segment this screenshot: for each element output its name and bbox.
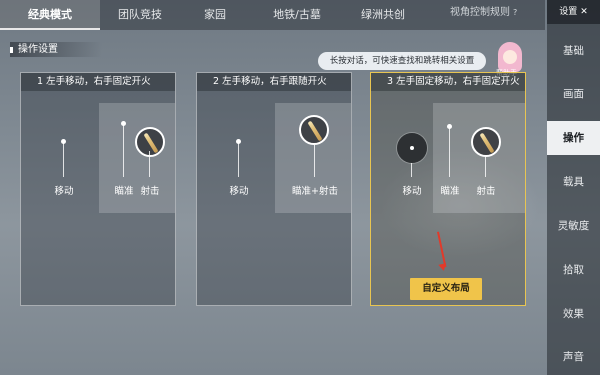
aim-line <box>449 128 450 177</box>
view-control-rule-link[interactable]: 视角控制规则? <box>450 0 517 30</box>
fire-button-icon <box>471 127 501 157</box>
tab-classic-mode[interactable]: 经典模式 <box>0 0 100 30</box>
sidebar-item-graphics[interactable]: 画面 <box>547 77 600 111</box>
sidebar-item-pickup[interactable]: 拾取 <box>547 253 600 287</box>
shoot-label: 射击 <box>140 186 160 197</box>
move-line <box>238 143 239 177</box>
tab-oasis[interactable]: 绿洲共创 <box>340 0 426 30</box>
section-header: 操作设置 <box>10 42 102 57</box>
card-title: 3 左手固定移动，右手固定开火 <box>371 73 525 91</box>
aim-label: 瞄准 <box>440 186 460 197</box>
control-scheme-card-3[interactable]: 3 左手固定移动，右手固定开火 移动 瞄准 射击 <box>370 72 526 306</box>
section-marker <box>10 47 13 53</box>
move-label: 移动 <box>54 186 74 197</box>
card-title: 2 左手移动，右手跟随开火 <box>197 73 351 91</box>
close-icon[interactable]: ✕ <box>580 7 588 17</box>
sidebar-item-effects[interactable]: 效果 <box>547 297 600 331</box>
fixed-joystick-icon <box>397 133 427 163</box>
aim-shoot-label: 瞄准+射击 <box>292 186 338 197</box>
sidebar-item-sensitivity[interactable]: 灵敏度 <box>547 209 600 243</box>
move-line <box>63 143 64 177</box>
settings-sidebar: 设置 ✕ 基础 画面 操作 载具 灵敏度 拾取 效果 声音 <box>547 0 600 375</box>
control-scheme-card-1[interactable]: 1 左手移动，右手固定开火 移动 瞄准 射击 <box>20 72 176 306</box>
tab-team-deathmatch[interactable]: 团队竞技 <box>100 0 180 30</box>
shoot-line <box>149 151 150 177</box>
fire-button-icon <box>299 115 329 145</box>
control-scheme-card-2[interactable]: 2 左手移动，右手跟随开火 移动 瞄准+射击 <box>196 72 352 306</box>
sidebar-item-controls[interactable]: 操作 <box>547 121 600 155</box>
move-label: 移动 <box>229 186 249 197</box>
aim-line <box>123 125 124 177</box>
sidebar-title: 设置 ✕ <box>547 0 600 24</box>
section-title: 操作设置 <box>18 44 58 55</box>
shoot-line <box>485 157 486 177</box>
joystick-center <box>410 146 414 150</box>
sidebar-item-sound[interactable]: 声音 <box>547 340 600 374</box>
bullet-icon <box>479 132 495 154</box>
sidebar-item-basic[interactable]: 基础 <box>547 34 600 68</box>
avatar-face <box>503 50 517 64</box>
tab-metro-tomb[interactable]: 地铁/古墓 <box>252 0 342 30</box>
shoot-label: 射击 <box>476 186 496 197</box>
tab-home[interactable]: 家园 <box>180 0 250 30</box>
sidebar-title-label: 设置 <box>559 7 578 17</box>
sidebar-item-vehicle[interactable]: 载具 <box>547 165 600 199</box>
custom-layout-button[interactable]: 自定义布局 <box>410 278 482 300</box>
move-line <box>411 163 412 177</box>
bullet-icon <box>307 120 323 142</box>
top-tab-bar: 经典模式 团队竞技 家园 地铁/古墓 绿洲共创 视角控制规则? <box>0 0 545 30</box>
aim-shoot-line <box>314 145 315 177</box>
card-title: 1 左手移动，右手固定开火 <box>21 73 175 91</box>
move-label: 移动 <box>402 186 422 197</box>
fire-button-icon <box>135 127 165 157</box>
assistant-tooltip[interactable]: 长按对话，可快速查找和跳转相关设置 <box>318 52 486 70</box>
view-control-rule-label: 视角控制规则 <box>450 7 510 18</box>
bullet-icon <box>143 132 159 154</box>
question-icon: ? <box>513 8 518 17</box>
